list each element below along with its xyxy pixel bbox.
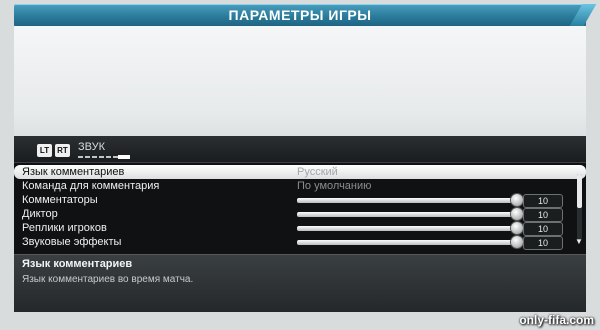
setting-label: Диктор [22,208,58,220]
description-box: Язык комментариев Язык комментариев во в… [14,254,586,312]
screen-title-bar: ПАРАМЕТРЫ ИГРЫ [14,4,586,26]
setting-label: Комментаторы [22,194,98,206]
tab-sound[interactable]: ЗВУК [78,141,105,153]
setting-row-commentary-language[interactable]: Язык комментариев Русский [14,165,586,179]
screen-title: ПАРАМЕТРЫ ИГРЫ [228,7,372,23]
preview-area [14,26,586,136]
setting-row-announcer[interactable]: Диктор 10 [14,207,586,222]
rt-button-icon[interactable]: RT [55,144,70,157]
settings-panel: LT RT ЗВУК Язык комментариев Русский Ком… [14,136,586,312]
lt-button-icon[interactable]: LT [37,144,52,157]
volume-slider[interactable] [297,212,519,217]
slider-value: 10 [523,208,563,222]
setting-value[interactable]: Русский [297,165,338,179]
setting-label: Реплики игроков [22,222,107,234]
description-title: Язык комментариев [22,258,133,270]
volume-slider[interactable] [297,226,519,231]
slider-knob[interactable] [511,222,523,234]
slider-value: 10 [523,236,563,250]
setting-value[interactable]: По умолчанию [297,179,371,193]
setting-row-player-chatter[interactable]: Реплики игроков 10 [14,221,586,236]
setting-label: Язык комментариев [22,166,125,178]
slider-knob[interactable] [511,194,523,206]
slider-value: 10 [523,222,563,236]
scrollbar-thumb[interactable] [577,174,582,208]
slider-value: 10 [523,194,563,208]
volume-slider[interactable] [297,198,519,203]
setting-row-commentators[interactable]: Комментаторы 10 [14,193,586,208]
slider-knob[interactable] [511,208,523,220]
setting-row-sound-effects[interactable]: Звуковые эффекты 10 [14,235,586,250]
tab-strip: LT RT ЗВУК [14,136,586,163]
scroll-down-arrow-icon[interactable]: ▼ [575,237,583,246]
setting-label: Команда для комментария [22,180,160,192]
description-text: Язык комментариев во время матча. [22,274,194,285]
slider-knob[interactable] [511,236,523,248]
setting-row-commentary-team[interactable]: Команда для комментария По умолчанию [14,179,586,193]
volume-slider[interactable] [297,240,519,245]
setting-label: Звуковые эффекты [22,236,122,248]
settings-list: Язык комментариев Русский Команда для ко… [14,165,586,250]
tab-page-indicator [78,155,130,159]
watermark: only-fifa.com [519,313,594,327]
scrollbar[interactable] [577,174,582,240]
